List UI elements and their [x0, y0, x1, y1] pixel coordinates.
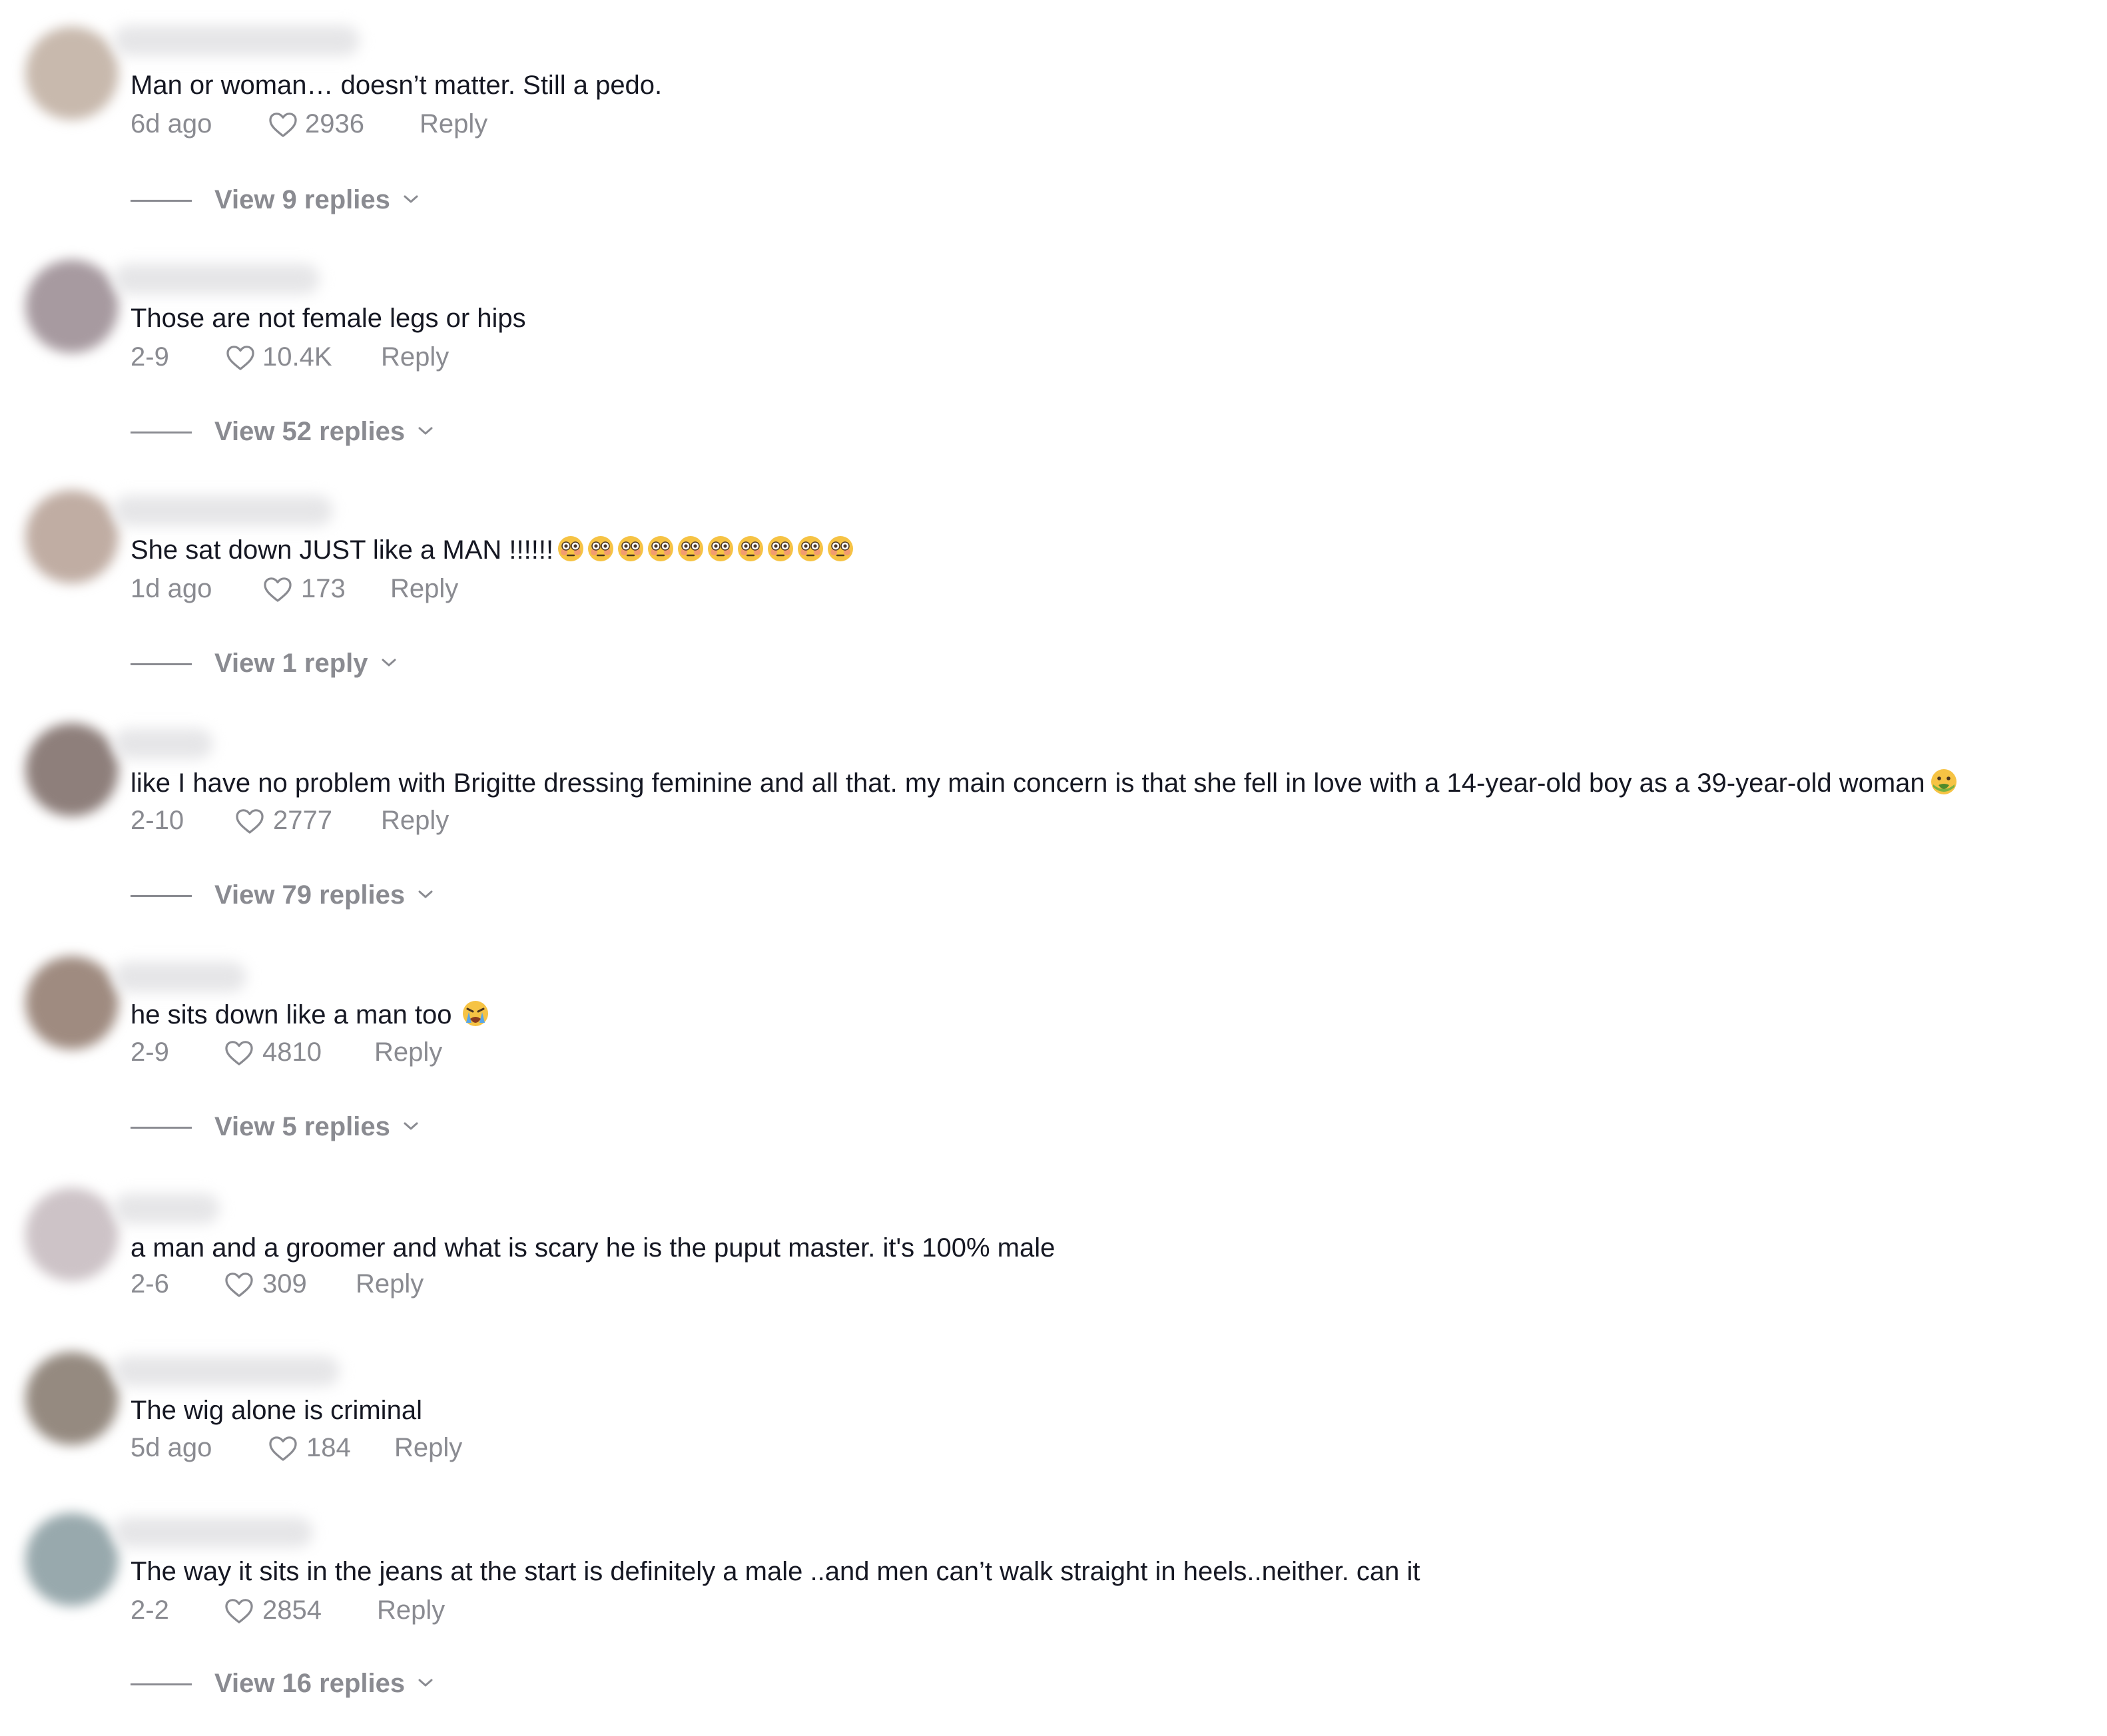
heart-icon[interactable] [224, 1597, 254, 1624]
view-replies-label: View 79 replies [214, 880, 406, 910]
comment-date: 2-9 [131, 342, 169, 372]
replies-divider [131, 200, 192, 202]
comment-date: 2-6 [131, 1269, 169, 1299]
username-redacted [113, 264, 320, 294]
username-redacted [113, 25, 360, 56]
avatar[interactable] [25, 1513, 119, 1606]
like-count: 2936 [305, 109, 364, 139]
comment-text-body: he sits down like a man too [131, 1000, 452, 1029]
username-redacted [113, 962, 246, 992]
comment-text: a man and a groomer and what is scary he… [131, 1233, 1055, 1263]
reply-button[interactable]: Reply [420, 105, 487, 143]
flushed-face-emoji [738, 536, 764, 562]
comment-text: She sat down JUST like a MAN !!!!!! [131, 533, 855, 567]
flushed-face-emoji-row [553, 535, 855, 565]
chevron-down-icon [418, 1679, 433, 1687]
reply-button[interactable]: Reply [374, 1033, 442, 1071]
chevron-down-icon [382, 659, 396, 667]
heart-icon[interactable] [225, 344, 256, 371]
flushed-face-emoji [708, 536, 734, 562]
comment-text-body: like I have no problem with Brigitte dre… [131, 768, 1925, 798]
comment-date: 2-2 [131, 1595, 169, 1625]
heart-icon[interactable] [268, 1435, 298, 1462]
reply-button[interactable]: Reply [377, 1591, 445, 1629]
comment-text: The wig alone is criminal [131, 1396, 422, 1425]
flushed-face-emoji [828, 536, 854, 562]
view-replies-label: View 16 replies [214, 1669, 406, 1698]
like-count: 4810 [262, 1037, 322, 1067]
username-redacted [113, 1517, 313, 1548]
comment-date: 1d ago [131, 574, 212, 603]
flushed-face-emoji [558, 536, 584, 562]
comment-date: 2-10 [131, 806, 184, 835]
avatar[interactable] [25, 1188, 119, 1281]
chevron-down-icon [404, 195, 418, 203]
like-count: 173 [301, 574, 346, 603]
replies-divider [131, 432, 192, 434]
comment-text: Man or woman… doesn’t matter. Still a pe… [131, 71, 663, 100]
reply-button[interactable]: Reply [381, 338, 449, 376]
username-redacted [113, 1356, 340, 1386]
comment-date: 2-9 [131, 1037, 169, 1067]
heart-icon[interactable] [268, 111, 298, 138]
flushed-face-emoji [798, 536, 824, 562]
flushed-face-emoji [618, 536, 644, 562]
reply-button[interactable]: Reply [394, 1429, 462, 1466]
chevron-down-icon [418, 427, 433, 435]
username-redacted [113, 495, 333, 526]
like-count: 184 [306, 1433, 351, 1462]
like-count: 2777 [273, 806, 332, 835]
reply-button[interactable]: Reply [381, 802, 449, 839]
username-redacted [113, 1193, 220, 1224]
heart-icon[interactable] [224, 1039, 254, 1066]
replies-divider [131, 1683, 192, 1685]
avatar[interactable] [25, 1352, 119, 1445]
crying-face-emoji [463, 1001, 489, 1027]
username-redacted [113, 728, 213, 759]
view-replies-label: View 5 replies [214, 1112, 390, 1141]
replies-divider [131, 895, 192, 897]
like-count: 2854 [262, 1595, 322, 1625]
chevron-down-icon [418, 890, 433, 898]
replies-divider [131, 1127, 192, 1129]
heart-icon[interactable] [262, 576, 293, 603]
replies-divider [131, 663, 192, 665]
flushed-face-emoji [648, 536, 674, 562]
comment-date: 5d ago [131, 1433, 212, 1462]
avatar[interactable] [25, 260, 119, 353]
comment-text: The way it sits in the jeans at the star… [131, 1557, 1420, 1586]
flushed-face-emoji [678, 536, 704, 562]
reply-button[interactable]: Reply [390, 570, 458, 607]
heart-icon[interactable] [224, 1271, 254, 1298]
like-count: 10.4K [262, 342, 332, 372]
heart-icon[interactable] [234, 808, 265, 834]
flushed-face-emoji [588, 536, 614, 562]
avatar[interactable] [25, 723, 119, 816]
view-replies-label: View 52 replies [214, 417, 406, 446]
nauseated-face-emoji [1931, 769, 1956, 795]
flushed-face-emoji [768, 536, 794, 562]
view-replies-label: View 1 reply [214, 649, 368, 678]
comment-text: he sits down like a man too [131, 998, 490, 1032]
avatar[interactable] [25, 27, 119, 120]
comment-text-body: She sat down JUST like a MAN !!!!!! [131, 535, 554, 565]
reply-button[interactable]: Reply [356, 1265, 424, 1302]
avatar[interactable] [25, 490, 119, 583]
comment-text: like I have no problem with Brigitte dre… [131, 766, 1958, 800]
view-replies-label: View 9 replies [214, 185, 390, 214]
avatar[interactable] [25, 956, 119, 1049]
comment-text: Those are not female legs or hips [131, 304, 526, 333]
comment-date: 6d ago [131, 109, 212, 139]
chevron-down-icon [404, 1122, 418, 1130]
like-count: 309 [262, 1269, 307, 1299]
